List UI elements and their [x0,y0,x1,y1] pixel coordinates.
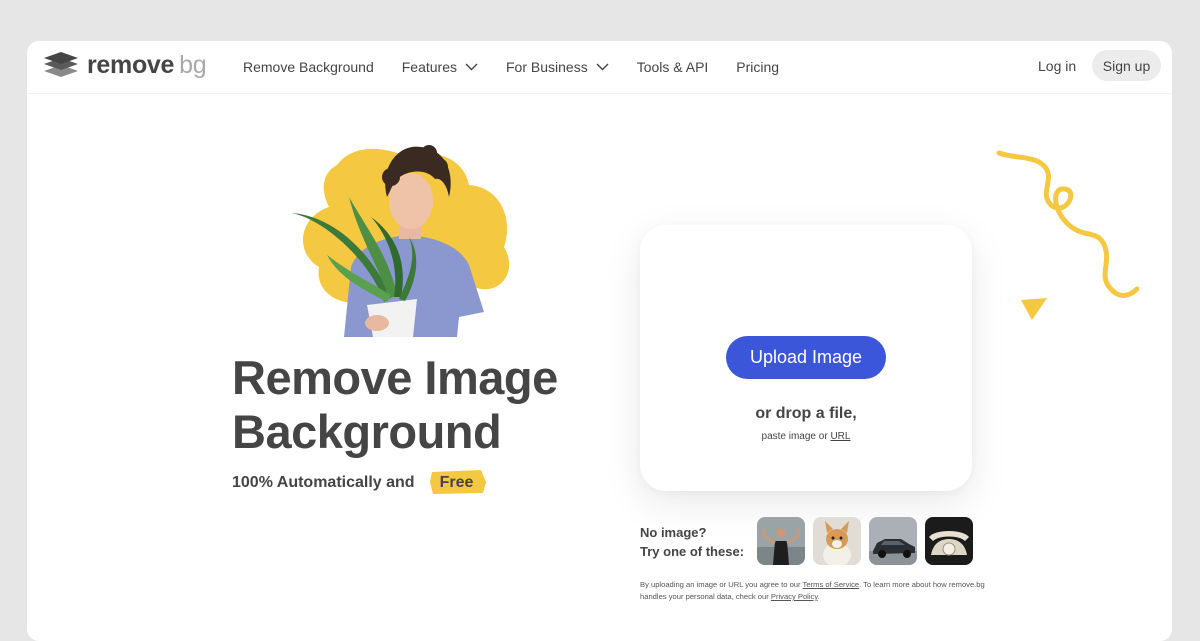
woman-flexing-icon [757,517,805,565]
nav-features[interactable]: Features [402,59,478,75]
car-icon [869,517,917,565]
squiggle-decoration-icon [996,150,1140,298]
subtitle-text: 100% Automatically and [232,474,415,491]
upload-image-button[interactable]: Upload Image [726,336,886,379]
page-title: Remove Image Background [232,351,558,459]
title-line-1: Remove Image [232,351,558,404]
legal-notice: By uploading an image or URL you agree t… [640,580,985,601]
nav-remove-background[interactable]: Remove Background [243,59,374,75]
nav-for-business[interactable]: For Business [506,59,609,75]
chevron-down-icon [465,63,478,71]
paste-hint: paste image or URL [761,431,851,442]
main-nav: Remove Background Features For Business … [243,41,807,93]
login-link[interactable]: Log in [1038,58,1076,74]
layers-logo-icon [44,52,78,77]
rotary-telephone-icon [925,517,973,565]
sample-thumbnail-car[interactable] [869,517,917,565]
drop-file-text: or drop a file, [755,405,857,422]
logo[interactable]: remove bg [44,50,207,79]
sample-images-label: No image? Try one of these: [640,525,745,559]
nav-pricing[interactable]: Pricing [736,59,779,75]
site-header: remove bg Remove Background Features For … [27,41,1172,94]
sample-thumbnail-dog[interactable] [813,517,861,565]
browser-page: remove bg Remove Background Features For … [27,41,1172,641]
privacy-policy-link[interactable]: Privacy Policy [771,592,818,601]
corgi-dog-icon [813,517,861,565]
chevron-down-icon [596,63,609,71]
triangle-decoration-icon [1021,298,1047,320]
hero-person-with-plant-image [291,145,510,337]
nav-tools-api[interactable]: Tools & API [637,59,709,75]
hero-subtitle: 100% Automatically and Free [232,470,486,495]
terms-of-service-link[interactable]: Terms of Service [803,580,860,589]
url-link[interactable]: URL [830,431,850,442]
signup-button[interactable]: Sign up [1092,50,1161,81]
title-line-2: Background [232,405,502,458]
free-highlight: Free [429,470,486,495]
upload-card[interactable]: Upload Image or drop a file, paste image… [640,225,972,491]
sample-thumbnail-woman[interactable] [757,517,805,565]
sample-thumbnail-phone[interactable] [925,517,973,565]
logo-text: remove bg [87,50,207,79]
